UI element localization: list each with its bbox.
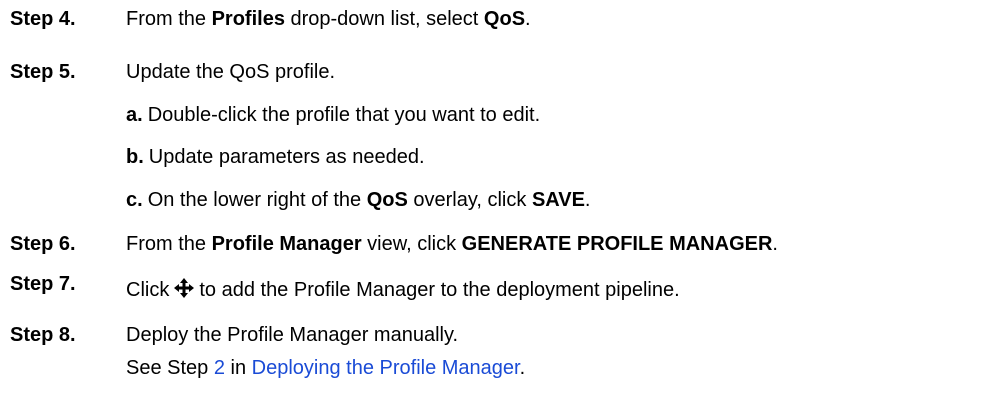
step-text: From the Profile Manager view, click GEN… — [126, 233, 778, 256]
step-6: Step 6. From the Profile Manager view, cl… — [10, 233, 778, 256]
text-run: . — [772, 233, 778, 255]
text-run: . — [525, 8, 531, 30]
step-8: Step 8. Deploy the Profile Manager manual… — [10, 324, 458, 347]
move-arrows-icon — [173, 277, 195, 299]
ui-term-profiles: Profiles — [211, 8, 285, 30]
step-label: Step 7. — [10, 273, 76, 295]
ui-term-generate-profile-manager: GENERATE PROFILE MANAGER — [461, 233, 773, 255]
text-run: See Step — [126, 357, 214, 379]
step-text: Update the QoS profile. — [126, 61, 336, 83]
substep-b: b. Update parameters as needed. — [126, 146, 425, 169]
substep-a: a. Double-click the profile that you want… — [126, 104, 540, 127]
text-run: Click — [126, 279, 170, 301]
substep-label: b. — [126, 146, 144, 168]
ui-term-save: SAVE — [531, 189, 585, 211]
document-page: Step 4. From the Profiles drop-down list,… — [0, 0, 994, 401]
step-5: Step 5. Update the QoS profile. — [10, 61, 335, 84]
substep-text: Update parameters as needed. — [148, 146, 425, 168]
text-run: in — [224, 357, 252, 379]
step-text: Click to add the Profile Manager to the … — [126, 277, 680, 302]
ui-term-profile-manager: Profile Manager — [211, 233, 362, 255]
step-text: From the Profiles drop-down list, select… — [126, 8, 531, 31]
ui-term-qos: QoS — [483, 8, 526, 30]
ui-term-qos: QoS — [366, 189, 408, 211]
substep-c: c. On the lower right of the QoS overlay,… — [126, 189, 590, 212]
text-run: From the — [126, 233, 212, 255]
step-8-continuation: See Step 2 in Deploying the Profile Mana… — [126, 357, 525, 380]
text-run: overlay, click — [407, 189, 532, 211]
text-run: From the — [126, 8, 212, 30]
step-label: Step 8. — [10, 324, 76, 346]
text-run: . — [584, 189, 591, 211]
step-label: Step 5. — [10, 61, 76, 83]
text-run: to add the Profile Manager to the deploy… — [199, 279, 680, 301]
text-run: drop-down list, select — [284, 8, 484, 30]
substep-label: c. — [126, 189, 143, 211]
deploying-profile-manager-link[interactable]: Deploying the Profile Manager — [252, 357, 520, 379]
substep-text: Double-click the profile that you want t… — [147, 104, 541, 126]
step-2-link[interactable]: 2 — [214, 357, 225, 379]
text-run: On the lower right of the — [147, 189, 367, 211]
step-4: Step 4. From the Profiles drop-down list,… — [10, 8, 531, 31]
step-7: Step 7. Click to add the Profile Manager … — [10, 273, 680, 302]
step-text: Deploy the Profile Manager manually. — [126, 324, 459, 346]
text-run: . — [519, 357, 526, 379]
substep-label: a. — [126, 104, 143, 126]
text-run: view, click — [361, 233, 462, 255]
step-label: Step 4. — [10, 8, 76, 30]
step-label: Step 6. — [10, 233, 76, 255]
